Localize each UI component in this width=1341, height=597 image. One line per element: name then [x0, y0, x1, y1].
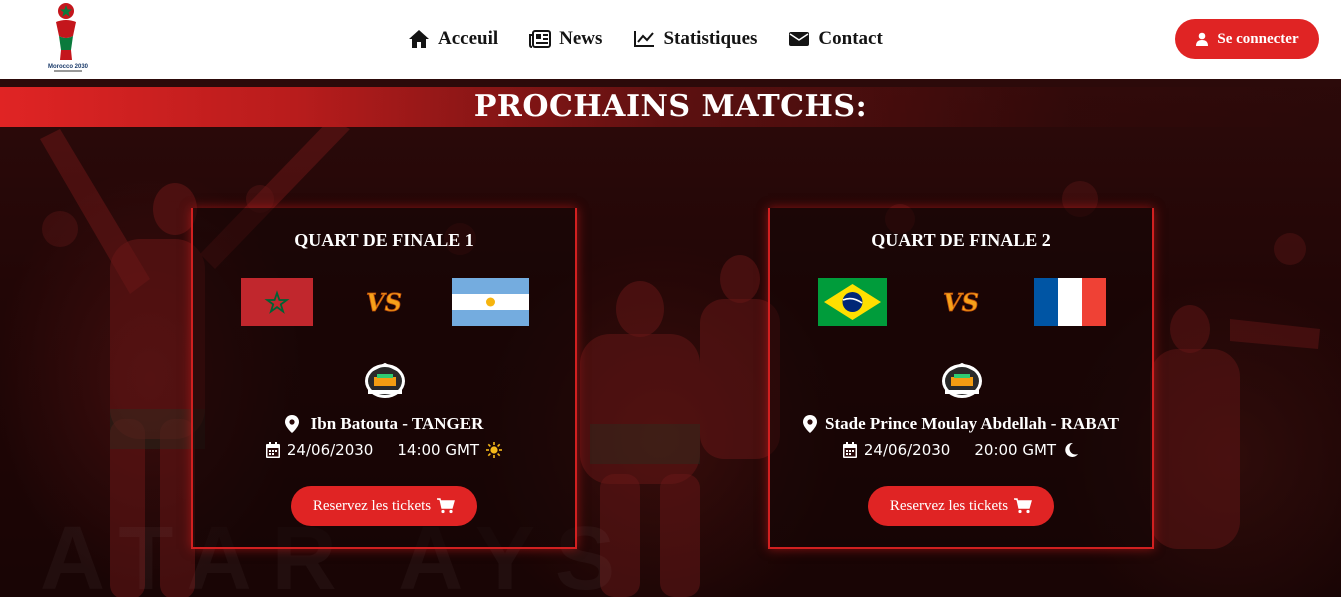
svg-text:Morocco 2030: Morocco 2030 [48, 64, 89, 70]
navbar: Morocco 2030 Acceuil News Statistiques C… [0, 0, 1341, 79]
envelope-icon [788, 29, 810, 49]
versus-icon: VS [938, 288, 984, 318]
argentina-flag [452, 278, 529, 326]
ticket-button-label: Reservez les tickets [312, 497, 432, 514]
section-title: PROCHAINS MATCHS: [473, 89, 868, 124]
ticket-button-label: Reservez les tickets [889, 497, 1009, 514]
match-title: QUART DE FINALE 2 [871, 230, 1051, 250]
nav-item-news[interactable]: News [529, 28, 602, 50]
shopping-cart-icon [1014, 498, 1033, 514]
venue-name: Stade Prince Moulay Abdellah - RABAT [825, 414, 1119, 433]
login-label: Se connecter [1217, 30, 1299, 47]
sun-icon [486, 442, 503, 458]
match-card-1: QUART DE FINALE 1 VS Ibn Batouta - TANGE… [191, 208, 577, 549]
map-marker-icon [803, 415, 818, 433]
calendar-icon [842, 442, 857, 458]
morocco-flag [241, 278, 313, 326]
match-time: 14:00 GMT [397, 441, 480, 459]
hero-section: ATAR AYS PROCHAINS MATCHS: QUART DE FINA… [0, 79, 1341, 597]
nav-item-acceuil[interactable]: Acceuil [408, 28, 498, 50]
home-icon [408, 29, 430, 49]
stadium-icon [363, 357, 407, 401]
svg-text:VS: VS [366, 288, 402, 317]
match-venue: Ibn Batouta - TANGER [193, 414, 575, 434]
match-date: 24/06/2030 [863, 441, 951, 459]
shopping-cart-icon [437, 498, 456, 514]
nav-item-contact[interactable]: Contact [788, 28, 883, 50]
newspaper-icon [529, 29, 552, 49]
login-button[interactable]: Se connecter [1175, 19, 1319, 59]
france-flag [1034, 278, 1106, 326]
nav-item-label: Acceuil [438, 28, 499, 49]
nav-item-label: Contact [818, 28, 883, 49]
reserve-tickets-button[interactable]: Reservez les tickets [291, 486, 477, 526]
match-card-2: QUART DE FINALE 2 VS Stade Prince Moulay… [768, 208, 1154, 549]
morocco-2030-logo[interactable]: Morocco 2030 [44, 0, 92, 78]
chart-line-icon [633, 29, 655, 49]
nav-menu: Acceuil News Statistiques Contact [408, 26, 914, 52]
venue-name: Ibn Batouta - TANGER [310, 414, 484, 433]
match-title: QUART DE FINALE 1 [294, 230, 474, 250]
versus-icon: VS [361, 288, 407, 318]
user-icon [1195, 32, 1209, 46]
reserve-tickets-button[interactable]: Reservez les tickets [868, 486, 1054, 526]
nav-item-label: News [559, 28, 603, 49]
calendar-icon [265, 442, 280, 458]
svg-text:VS: VS [943, 288, 979, 317]
map-marker-icon [284, 415, 299, 433]
match-time: 20:00 GMT [974, 441, 1057, 459]
match-date: 24/06/2030 [286, 441, 374, 459]
match-datetime: 24/06/2030 14:00 GMT [193, 441, 575, 459]
nav-item-statistiques[interactable]: Statistiques [633, 28, 757, 50]
moon-icon [1063, 442, 1079, 458]
nav-item-label: Statistiques [663, 28, 758, 49]
stadium-icon [940, 357, 984, 401]
match-venue: Stade Prince Moulay Abdellah - RABAT [770, 414, 1152, 434]
brazil-flag [818, 278, 887, 326]
match-datetime: 24/06/2030 20:00 GMT [770, 441, 1152, 459]
